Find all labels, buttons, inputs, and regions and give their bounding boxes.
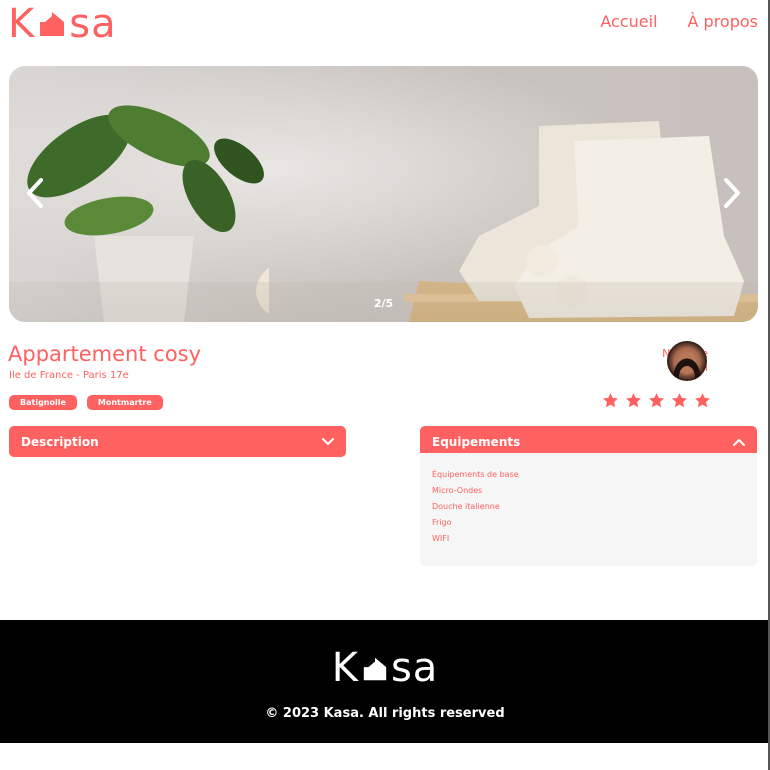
photo-carousel: 2/5 — [9, 66, 758, 322]
equipment-item: Frigo — [432, 518, 452, 527]
tag: Batignolle — [9, 395, 77, 410]
equipment-item: Équipements de base — [432, 470, 519, 479]
chevron-up-icon — [733, 438, 745, 446]
description-collapse: Description — [9, 426, 346, 457]
tag: Montmartre — [86, 395, 163, 410]
listing-title: Appartement cosy — [8, 342, 202, 366]
header: K sa Accueil À propos — [0, 0, 770, 50]
star-icon — [649, 393, 664, 408]
star-icon — [672, 393, 687, 408]
equipments-label: Equipements — [432, 434, 521, 449]
footer-logo: K sa — [0, 646, 770, 690]
equipment-item: Douche italienne — [432, 502, 500, 511]
rating-stars — [602, 392, 711, 409]
tag-list: Batignolle Montmartre — [9, 395, 163, 410]
house-icon — [363, 657, 387, 681]
chevron-down-icon — [322, 437, 334, 445]
description-label: Description — [21, 434, 99, 449]
chevron-right-icon[interactable] — [720, 176, 744, 210]
house-icon — [40, 12, 65, 36]
star-icon — [695, 393, 710, 408]
description-toggle[interactable]: Description — [9, 426, 346, 457]
nav-link-accueil[interactable]: Accueil — [600, 12, 657, 31]
footer: K sa © 2023 Kasa. All rights reserved — [0, 620, 770, 743]
equipments-collapse: Equipements Équipements de base Micro-On… — [420, 426, 757, 566]
main-nav: Accueil À propos — [600, 12, 758, 31]
copyright-text: © 2023 Kasa. All rights reserved — [265, 706, 505, 721]
footer-logo-text-right: sa — [390, 645, 439, 691]
star-icon — [603, 393, 618, 408]
logo[interactable]: K sa — [8, 2, 117, 46]
logo-text-left: K — [8, 1, 36, 47]
footer-logo-text-left: K — [331, 645, 359, 691]
host-avatar — [667, 341, 707, 381]
nav-link-a-propos[interactable]: À propos — [688, 12, 758, 31]
chevron-left-icon[interactable] — [23, 176, 47, 210]
equipment-item: Micro-Ondes — [432, 486, 483, 495]
logo-text-right: sa — [69, 1, 117, 47]
equipments-list: Équipements de base Micro-Ondes Douche i… — [420, 453, 757, 566]
carousel-counter: 2/5 — [373, 297, 394, 310]
star-icon — [626, 393, 641, 408]
avatar-face — [673, 352, 701, 381]
equipment-item: WIFI — [432, 534, 450, 543]
listing-location: Ile de France - Paris 17e — [9, 370, 129, 381]
